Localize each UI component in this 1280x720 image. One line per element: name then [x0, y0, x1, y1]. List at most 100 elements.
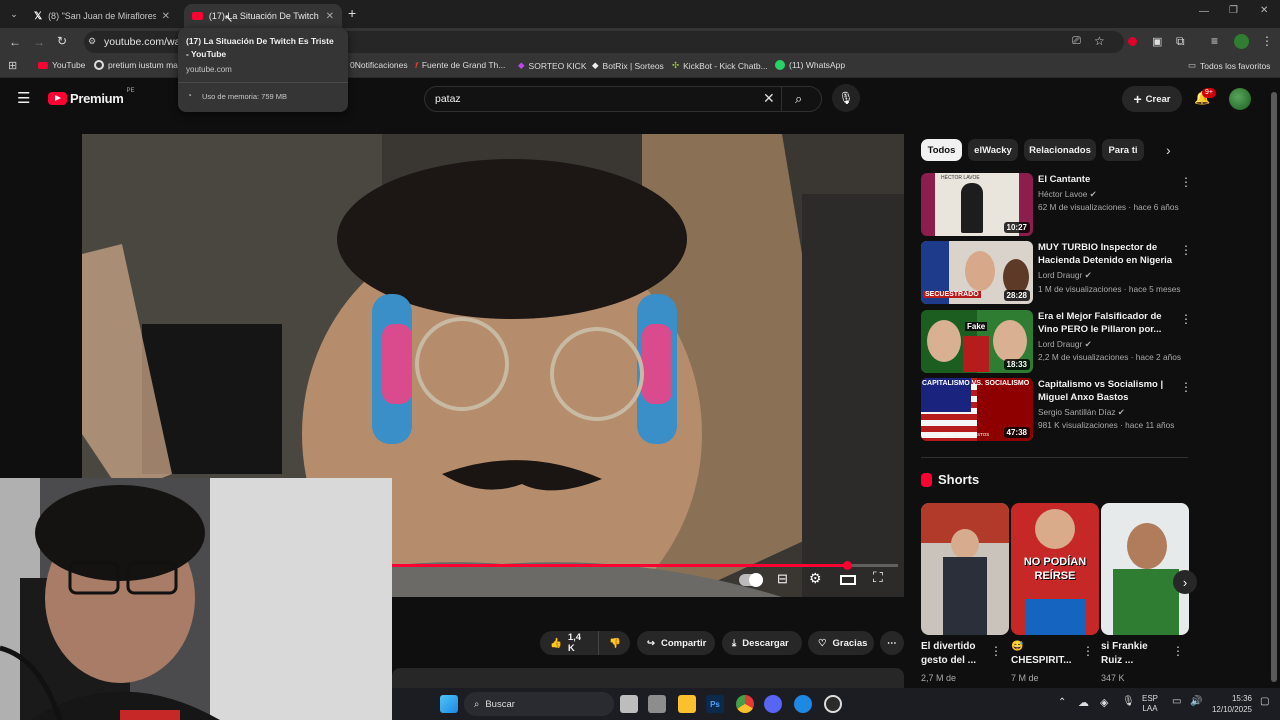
forward-icon[interactable]: → [33, 35, 45, 49]
shorts-next-arrow-icon[interactable]: › [1173, 570, 1197, 594]
short-menu-icon[interactable]: ⋮ [1172, 644, 1184, 658]
chip-relacionados[interactable]: Relacionados [1024, 139, 1096, 161]
account-avatar[interactable] [1229, 88, 1251, 110]
short-title[interactable]: 😅 CHESPIRIT... [1011, 640, 1072, 668]
tray-app-icon[interactable]: ◈ [1100, 696, 1108, 709]
hamburger-menu-icon[interactable]: ☰ [17, 89, 30, 107]
youtube-premium-logo[interactable]: Premium PE [48, 88, 135, 106]
close-tab-icon[interactable]: ✕ [162, 11, 170, 22]
short-thumbnail[interactable] [921, 503, 1009, 635]
volume-icon[interactable]: 🔊 [1190, 696, 1202, 707]
app-icon[interactable] [648, 695, 666, 713]
file-explorer-icon[interactable] [678, 695, 696, 713]
taskbar-search[interactable]: ⌕ Buscar [464, 692, 614, 716]
profile-avatar[interactable] [1234, 34, 1249, 49]
photoshop-icon[interactable]: Ps [706, 695, 724, 713]
bookmark-sorteo-kick[interactable]: ◆ SORTEO KICK [518, 60, 587, 71]
chevron-right-icon[interactable]: › [1166, 142, 1171, 158]
video-thumbnail[interactable]: Fake 18:33 [921, 310, 1033, 373]
language-indicator[interactable]: ESP LAA [1142, 694, 1158, 714]
voice-search-mic-icon[interactable]: 🎙 [832, 84, 860, 112]
dislike-button[interactable]: 👎 [598, 631, 630, 655]
video-menu-icon[interactable]: ⋮ [1180, 380, 1192, 394]
app-blue-icon[interactable] [794, 695, 812, 713]
scrollbar-thumb[interactable] [1271, 92, 1277, 682]
video-title[interactable]: El Cantante [1038, 173, 1174, 186]
close-tab-icon[interactable]: ✕ [326, 11, 334, 22]
windows-start-icon[interactable] [440, 695, 458, 713]
bookmark-fuente-gta[interactable]: f Fuente de Grand Th... [415, 60, 505, 70]
notification-center-icon[interactable]: ▢ [1260, 696, 1269, 707]
extension-icon[interactable]: ▣ [1152, 35, 1162, 48]
menu-kebab-icon[interactable]: ⋮ [1261, 34, 1273, 48]
video-menu-icon[interactable]: ⋮ [1180, 243, 1192, 257]
video-channel[interactable]: Lord Draugr ✔ [1038, 339, 1092, 349]
bookmark-kickbot[interactable]: ✣ KickBot - Kick Chatb... [672, 60, 768, 71]
search-input[interactable]: pataz [435, 93, 461, 105]
download-button[interactable]: ⤓ Descargar [722, 631, 802, 655]
bookmark-whatsapp[interactable]: (11) WhatsApp [775, 60, 845, 70]
search-box[interactable]: pataz ✕ ⌕ [424, 86, 822, 112]
chip-elwacky[interactable]: elWacky [968, 139, 1018, 161]
bookmark-youtube[interactable]: YouTube [38, 60, 85, 70]
bookmark-notificaciones[interactable]: 0Notificaciones [350, 60, 408, 70]
fullscreen-icon[interactable]: ⛶ [873, 569, 883, 586]
restore-icon[interactable]: ❐ [1229, 5, 1238, 16]
site-info-icon[interactable]: ⚙ [88, 36, 96, 47]
search-icon[interactable]: ⌕ [795, 91, 802, 107]
new-tab-button[interactable]: + [348, 5, 356, 21]
video-channel[interactable]: Héctor Lavoe ✔ [1038, 189, 1097, 199]
video-title[interactable]: Capitalismo vs Socialismo | Miguel Anxo … [1038, 378, 1174, 404]
create-button[interactable]: + Crear [1122, 86, 1182, 112]
video-thumbnail[interactable]: HÉCTOR LAVOE 10:27 [921, 173, 1033, 236]
short-title[interactable]: si Frankie Ruiz ... [1101, 640, 1148, 668]
puzzle-extensions-icon[interactable]: ⧉ [1176, 34, 1185, 49]
minimize-icon[interactable]: — [1199, 6, 1209, 17]
mic-tray-icon[interactable]: 🎙 [1122, 696, 1135, 707]
tray-chevron-icon[interactable]: ⌃ [1058, 697, 1066, 708]
tab-youtube[interactable]: (17) La Situación De Twitch Es T ✕ [184, 4, 342, 28]
extension-red-icon[interactable] [1128, 37, 1137, 46]
tab-search-icon[interactable]: ⌄ [6, 6, 22, 22]
video-menu-icon[interactable]: ⋮ [1180, 312, 1192, 326]
progress-scrubber[interactable] [843, 561, 852, 570]
autoplay-toggle[interactable] [739, 573, 763, 587]
bookmark-star-icon[interactable]: ☆ [1094, 34, 1105, 48]
video-channel[interactable]: Lord Draugr ✔ [1038, 270, 1092, 280]
task-view-icon[interactable] [620, 695, 638, 713]
cloud-icon[interactable]: ☁ [1078, 696, 1089, 709]
network-icon[interactable]: ▭ [1172, 696, 1181, 707]
tab-twitter[interactable]: 𝕏 (8) "San Juan de Miraflores" - B ✕ [26, 4, 178, 28]
discord-icon[interactable] [764, 695, 782, 713]
bookmark-botrix[interactable]: ◆ BotRix | Sorteos [592, 60, 664, 71]
cast-icon[interactable]: ⎚ [1072, 35, 1081, 48]
reading-list-icon[interactable]: ≡ [1211, 34, 1218, 48]
more-actions-button[interactable]: ⋯ [880, 631, 904, 655]
apps-grid-icon[interactable]: ⊞ [8, 59, 17, 72]
bookmark-pretium[interactable]: pretium iustum ma [94, 60, 178, 70]
chrome-icon[interactable] [736, 695, 754, 713]
thanks-button[interactable]: ♡ Gracias [808, 631, 874, 655]
reload-icon[interactable]: ↻ [57, 34, 67, 48]
short-thumbnail[interactable] [1101, 503, 1189, 635]
description-box[interactable] [392, 668, 904, 690]
subtitles-icon[interactable]: ⊟ [777, 571, 788, 587]
clear-search-icon[interactable]: ✕ [763, 90, 775, 107]
video-thumbnail[interactable]: CAPITALISMO VS. SOCIALISMO MIGUEL ANXO B… [921, 378, 1033, 441]
short-thumbnail[interactable]: NO PODÍAN REÍRSE [1011, 503, 1099, 635]
all-bookmarks-folder[interactable]: ▭ Todos los favoritos [1188, 60, 1270, 71]
like-button[interactable]: 👍 1,4 K [540, 631, 598, 655]
obs-icon[interactable] [824, 695, 842, 713]
theater-mode-icon[interactable] [840, 575, 856, 585]
video-title[interactable]: Era el Mejor Falsificador de Vino PERO l… [1038, 310, 1174, 336]
chip-todos[interactable]: Todos [921, 139, 962, 161]
short-menu-icon[interactable]: ⋮ [990, 644, 1002, 658]
share-button[interactable]: ↪ Compartir [637, 631, 715, 655]
video-thumbnail[interactable]: SECUESTRADO 28:28 [921, 241, 1033, 304]
short-menu-icon[interactable]: ⋮ [1082, 644, 1094, 658]
settings-gear-icon[interactable]: ⚙ [809, 570, 822, 587]
short-title[interactable]: El divertido gesto del ... [921, 640, 976, 668]
close-window-icon[interactable]: ✕ [1260, 5, 1268, 16]
video-title[interactable]: MUY TURBIO Inspector de Hacienda Detenid… [1038, 241, 1174, 267]
video-menu-icon[interactable]: ⋮ [1180, 175, 1192, 189]
